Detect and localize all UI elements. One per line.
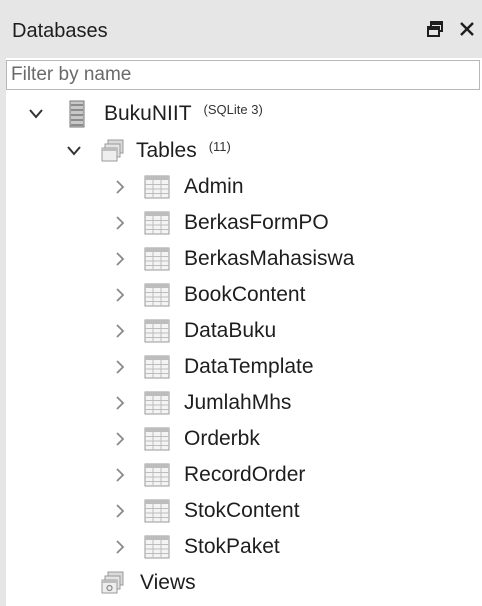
chevron-down-icon[interactable] <box>26 104 46 124</box>
table-icon <box>144 355 170 379</box>
float-window-icon[interactable] <box>424 16 446 42</box>
database-type: (SQLite 3) <box>203 101 263 117</box>
table-icon <box>144 283 170 307</box>
table-row[interactable]: DataTemplate <box>110 350 314 384</box>
chevron-right-icon[interactable] <box>110 537 130 557</box>
chevron-right-icon[interactable] <box>110 177 130 197</box>
chevron-right-icon[interactable] <box>110 429 130 449</box>
chevron-right-icon[interactable] <box>110 501 130 521</box>
database-tree: BukuNIIT (SQLite 3) Tables (11) Admin Be… <box>6 92 482 606</box>
table-icon <box>144 319 170 343</box>
chevron-right-icon[interactable] <box>110 465 130 485</box>
panel-titlebar: Databases <box>0 0 482 58</box>
tree-node-views-folder[interactable]: Views <box>100 566 196 600</box>
chevron-right-icon[interactable] <box>110 357 130 377</box>
views-folder-icon <box>100 571 126 595</box>
table-icon <box>144 247 170 271</box>
table-icon <box>144 391 170 415</box>
tables-folder-label: Tables <box>136 139 197 162</box>
chevron-right-icon[interactable] <box>110 321 130 341</box>
chevron-right-icon[interactable] <box>110 213 130 233</box>
table-icon <box>144 535 170 559</box>
database-name: BukuNIIT <box>104 102 192 125</box>
table-name: DataTemplate <box>184 355 314 378</box>
tables-folder-icon <box>100 139 126 163</box>
table-name: BookContent <box>184 283 306 306</box>
table-name: StokPaket <box>184 535 280 558</box>
table-name: BerkasMahasiswa <box>184 247 355 270</box>
chevron-right-icon[interactable] <box>110 249 130 269</box>
panel-title: Databases <box>12 20 108 42</box>
table-icon <box>144 211 170 235</box>
table-name: BerkasFormPO <box>184 211 329 234</box>
filter-box[interactable] <box>6 60 480 90</box>
table-name: StokContent <box>184 499 300 522</box>
table-row[interactable]: BerkasMahasiswa <box>110 242 354 276</box>
views-folder-label: Views <box>140 571 196 594</box>
table-name: Admin <box>184 175 244 198</box>
table-name: RecordOrder <box>184 463 306 486</box>
title-actions <box>424 16 478 42</box>
table-row[interactable]: JumlahMhs <box>110 386 291 420</box>
tree-node-database[interactable]: BukuNIIT (SQLite 3) <box>26 97 263 131</box>
filter-input[interactable] <box>7 61 479 89</box>
table-row[interactable]: StokContent <box>110 494 300 528</box>
table-icon <box>144 499 170 523</box>
table-icon <box>144 427 170 451</box>
table-row[interactable]: StokPaket <box>110 530 280 564</box>
chevron-right-icon[interactable] <box>110 393 130 413</box>
table-name: Orderbk <box>184 427 260 450</box>
table-row[interactable]: BookContent <box>110 278 305 312</box>
tables-count: (11) <box>208 138 231 154</box>
database-icon <box>66 100 88 128</box>
close-icon[interactable] <box>456 16 478 42</box>
table-row[interactable]: BerkasFormPO <box>110 206 329 240</box>
chevron-down-icon[interactable] <box>64 141 84 161</box>
table-row[interactable]: RecordOrder <box>110 458 305 492</box>
table-icon <box>144 175 170 199</box>
tree-node-tables-folder[interactable]: Tables (11) <box>64 134 231 168</box>
table-name: JumlahMhs <box>184 391 292 414</box>
table-icon <box>144 463 170 487</box>
table-row[interactable]: DataBuku <box>110 314 276 348</box>
table-name: DataBuku <box>184 319 277 342</box>
table-row[interactable]: Admin <box>110 170 244 204</box>
chevron-right-icon[interactable] <box>110 285 130 305</box>
table-row[interactable]: Orderbk <box>110 422 260 456</box>
databases-panel: Databases Filter by name BukuNIIT (SQLit… <box>0 0 482 606</box>
